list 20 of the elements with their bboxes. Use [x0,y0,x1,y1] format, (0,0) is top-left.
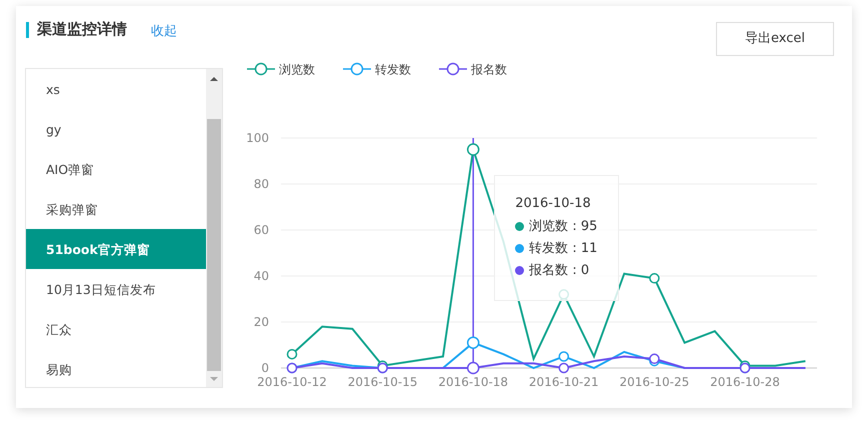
y-axis-label: 40 [254,269,269,283]
tooltip-value: 转发数 : 11 [529,240,598,258]
y-axis-label: 80 [254,177,269,191]
legend-label: 转发数 [375,62,411,76]
legend-label: 报名数 [470,62,507,76]
x-axis-label: 2016-10-21 [528,375,599,389]
tooltip-date: 2016-10-18 [515,195,591,213]
panel-title: 渠道监控详情 [37,19,127,40]
x-axis-label: 2016-10-28 [710,375,780,389]
x-axis-label: 2016-10-15 [348,375,418,389]
tooltip-value: 浏览数 : 95 [529,218,598,236]
y-axis-label: 0 [261,361,269,375]
x-axis-label: 2016-10-18 [438,375,508,389]
y-axis-label: 20 [254,315,269,329]
y-axis-label: 100 [246,131,269,145]
tooltip-value: 报名数 : 0 [529,262,590,280]
x-axis-label: 2016-10-12 [257,375,327,389]
y-axis-label: 60 [254,223,269,237]
x-axis-label: 2016-10-25 [620,375,690,389]
legend-label: 浏览数 [279,62,315,76]
